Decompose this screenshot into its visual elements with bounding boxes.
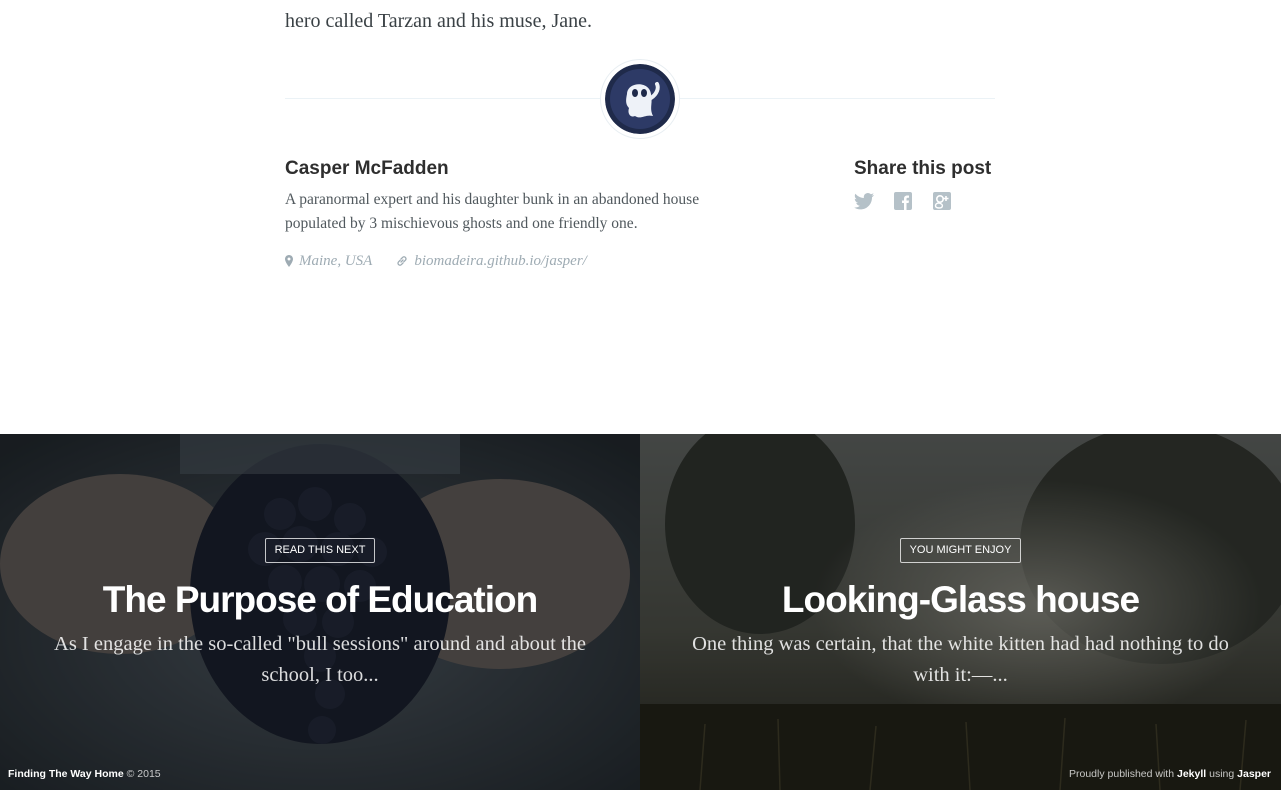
footer-site-link[interactable]: Finding The Way Home [8,768,124,780]
read-next-title[interactable]: Looking-Glass house [640,577,1281,623]
article-closing-line: hero called Tarzan and his muse, Jane. [285,10,593,32]
author-bio-line: populated by 3 mischievous ghosts and on… [285,215,638,232]
read-next-tag: Read this next [264,538,376,563]
footer-credits: Proudly published with Jekyll using Jasp… [1069,767,1271,781]
google-plus-icon [933,192,951,210]
read-next-section: Read this next The Purpose of Education … [0,434,1281,790]
read-next-tag: You might enjoy [899,538,1022,563]
footer-copyright-text: © 2015 [126,768,161,780]
footer-jekyll-link[interactable]: Jekyll [1177,768,1206,780]
author-name[interactable]: Casper McFadden [285,156,449,182]
author-website-link[interactable]: biomadeira.github.io/jasper/ [414,250,587,272]
read-next-content: Read this next The Purpose of Education … [0,538,640,691]
share-icons [854,190,952,212]
footer-using-text: using [1209,768,1235,780]
ghost-avatar-icon [605,64,675,134]
footer-jasper-link[interactable]: Jasper [1237,768,1271,780]
read-next-content: You might enjoy Looking-Glass house One … [640,538,1281,691]
read-next-excerpt: One thing was certain, that the white ki… [692,633,1229,686]
author-meta: Maine, USA biomadeira.github.io/jasper/ [285,250,611,272]
author-location: Maine, USA [285,250,372,272]
author-website[interactable]: biomadeira.github.io/jasper/ [396,250,587,272]
read-next-card[interactable]: You might enjoy Looking-Glass house One … [640,434,1281,790]
google-plus-share-button[interactable] [932,190,952,212]
footer-copyright: Finding The Way Home © 2015 [8,767,161,781]
author-bio-line: A paranormal expert and his daughter bun… [285,191,700,208]
author-avatar[interactable] [601,60,679,138]
twitter-share-button[interactable] [854,190,874,212]
map-pin-icon [285,255,293,267]
author-location-text: Maine, USA [299,253,373,269]
share-title: Share this post [854,158,992,179]
facebook-share-button[interactable] [893,190,913,212]
twitter-icon [854,192,874,209]
footer-published-text: Proudly published with [1069,768,1175,780]
link-icon [397,256,407,266]
read-next-excerpt: As I engage in the so-called "bull sessi… [54,633,586,686]
facebook-icon [894,192,912,210]
read-next-card[interactable]: Read this next The Purpose of Education … [0,434,640,790]
author-bio: A paranormal expert and his daughter bun… [285,188,785,236]
read-next-title[interactable]: The Purpose of Education [0,577,640,623]
